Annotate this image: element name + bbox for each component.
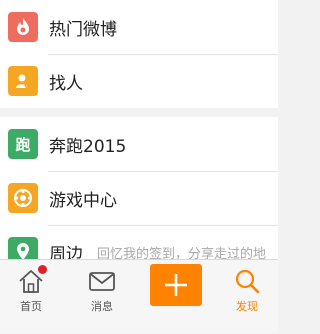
search-icon — [232, 266, 262, 296]
find-people-icon — [8, 66, 38, 96]
tab-home[interactable]: 首页 — [3, 260, 59, 334]
flame-icon — [8, 12, 38, 42]
menu-item-label: 游戏中心 — [49, 190, 117, 211]
menu-item-game-center[interactable]: 游戏中心 — [0, 171, 278, 225]
menu-item-run-2015[interactable]: 跑 奔跑2015 — [0, 117, 278, 171]
compose-button[interactable] — [150, 264, 202, 306]
notification-badge — [38, 265, 47, 274]
menu-item-label: 奔跑2015 — [49, 136, 127, 157]
mail-icon — [87, 266, 117, 296]
menu-item-find-people[interactable]: 找人 — [0, 54, 278, 108]
menu-group-1: 热门微博 找人 — [0, 0, 278, 108]
tab-messages-label: 消息 — [91, 300, 113, 313]
game-center-icon — [8, 183, 38, 213]
menu-group-2: 跑 奔跑2015 游戏中心 周边 回忆我的签到，分享走过的地 — [0, 117, 278, 279]
run-icon: 跑 — [8, 129, 38, 159]
tab-home-label: 首页 — [20, 300, 42, 313]
menu-item-label: 热门微博 — [49, 19, 117, 40]
tab-discover-label: 发现 — [236, 300, 258, 313]
plus-icon — [165, 274, 187, 296]
tab-messages[interactable]: 消息 — [74, 260, 130, 334]
menu-item-label: 找人 — [49, 73, 83, 94]
home-icon — [16, 265, 47, 296]
tab-discover[interactable]: 发现 — [219, 260, 275, 334]
menu-item-hot-weibo[interactable]: 热门微博 — [0, 0, 278, 54]
tab-bar: 首页 消息 发现 — [0, 259, 278, 333]
